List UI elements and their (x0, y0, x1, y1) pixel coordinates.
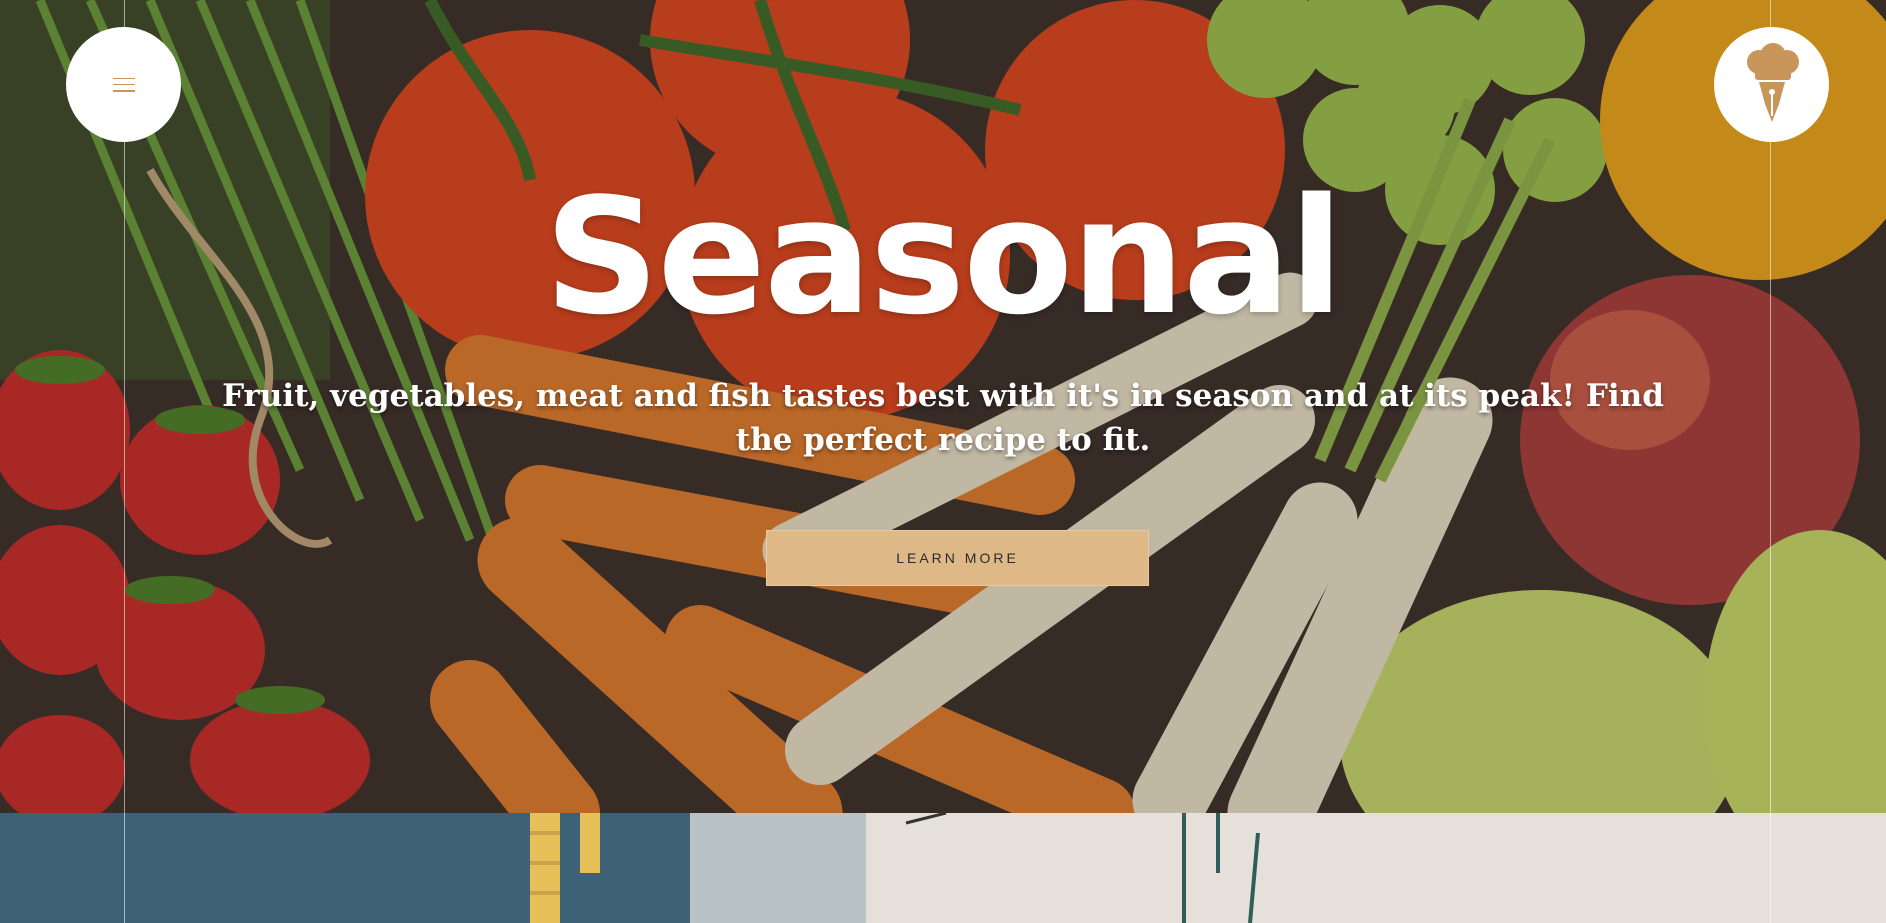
site-logo[interactable] (1714, 27, 1829, 142)
lower-right-image (866, 813, 1886, 923)
apron-image (0, 813, 866, 923)
lower-left-image (0, 813, 866, 923)
hero-subtitle: Fruit, vegetables, meat and fish tastes … (222, 378, 1664, 458)
learn-more-button[interactable]: LEARN MORE (766, 530, 1149, 586)
hero-section: Seasonal Fruit, vegetables, meat and fis… (0, 0, 1886, 813)
menu-button[interactable] (66, 27, 181, 142)
page: Seasonal Fruit, vegetables, meat and fis… (0, 0, 1886, 923)
hamburger-menu-icon (112, 77, 135, 92)
hero-title: Seasonal (544, 163, 1344, 351)
kitchen-image (866, 813, 1886, 923)
chef-hat-pen-logo-icon (1746, 43, 1799, 122)
lower-section (0, 813, 1886, 923)
